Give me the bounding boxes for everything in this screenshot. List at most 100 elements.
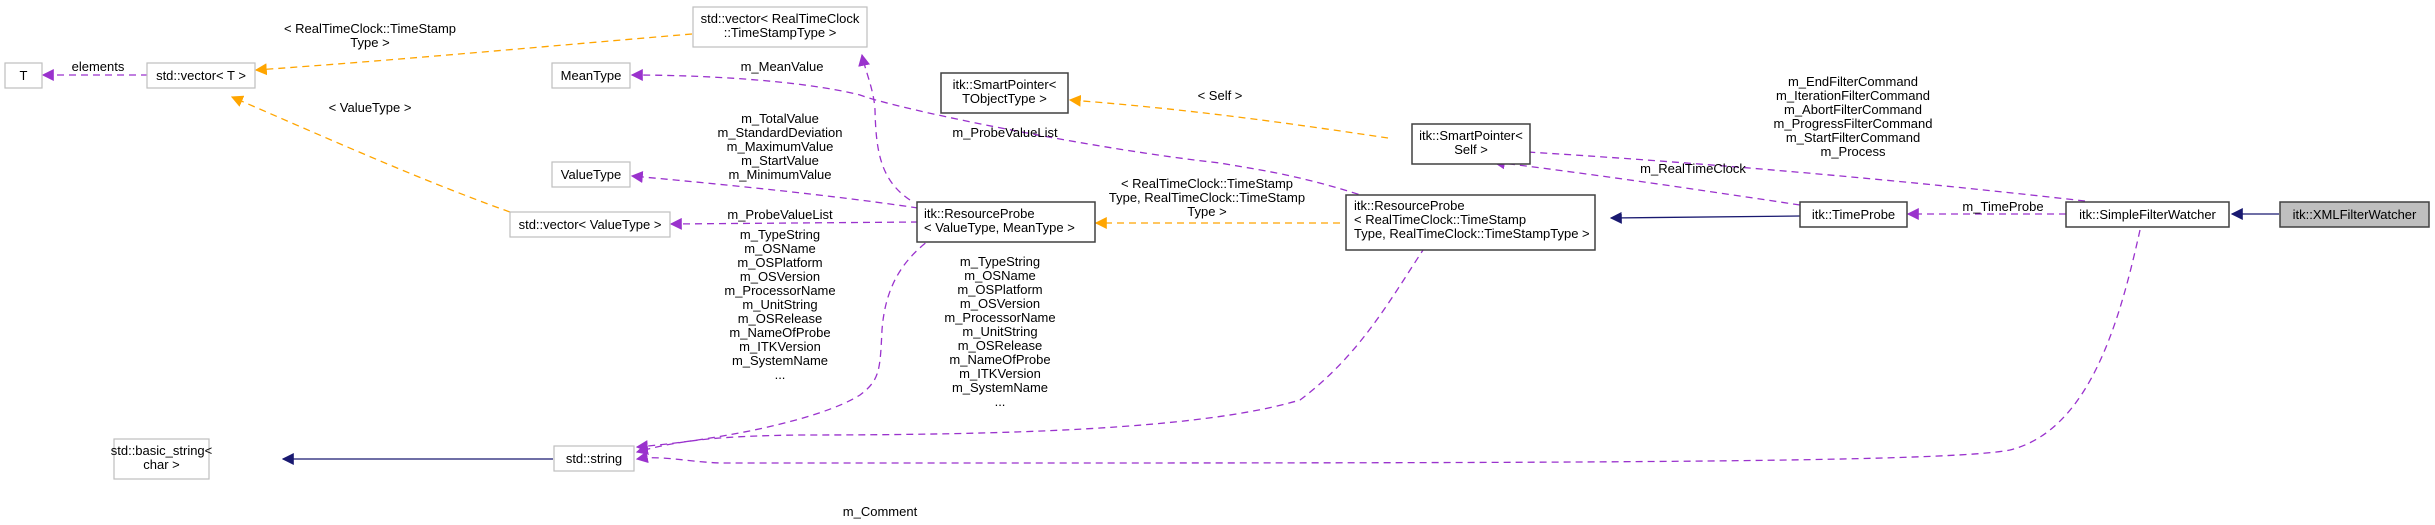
text-line: m_UnitString bbox=[962, 324, 1037, 339]
text-line: elements bbox=[72, 59, 125, 74]
text-line: < RealTimeClock::TimeStamp bbox=[284, 21, 456, 36]
text-line: m_MinimumValue bbox=[728, 167, 831, 182]
node-valuetype[interactable]: ValueType bbox=[551, 161, 631, 188]
text-line: Type > bbox=[1187, 204, 1226, 219]
text-line: m_TotalValue bbox=[741, 111, 819, 126]
text-line: m_RealTimeClock bbox=[1640, 161, 1746, 176]
text-line: m_MeanValue bbox=[741, 59, 824, 74]
node-xmlfilterwatcher-label: itk::XMLFilterWatcher bbox=[2293, 207, 2417, 222]
text-line: m_SystemName bbox=[732, 353, 828, 368]
node-resourceprobe-valuetype-meantype[interactable]: itk::ResourceProbe < ValueType, MeanType … bbox=[916, 201, 1096, 243]
label-mean-value: m_MeanValue bbox=[741, 59, 824, 74]
node-meantype-label: MeanType bbox=[561, 68, 622, 83]
node-std-string-label: std::string bbox=[566, 451, 622, 466]
node-smartpointer-tobjecttype[interactable]: itk::SmartPointer< TObjectType > bbox=[940, 72, 1069, 114]
collaboration-diagram: elements < RealTimeClock::TimeStamp Type … bbox=[4, 6, 2430, 519]
text-line: Type > bbox=[350, 35, 389, 50]
text-line: m_OSPlatform bbox=[957, 282, 1042, 297]
text-line: ValueType bbox=[561, 167, 621, 182]
node-timeprobe[interactable]: itk::TimeProbe bbox=[1799, 201, 1908, 228]
text-line: < ValueType, MeanType > bbox=[924, 220, 1075, 235]
node-vector-timestamp-label: std::vector< RealTimeClock::TimeStampTyp… bbox=[701, 11, 860, 40]
node-vector-valuetype[interactable]: std::vector< ValueType > bbox=[509, 211, 671, 238]
label-string-members-2: m_TypeString m_OSName m_OSPlatform m_OSVers… bbox=[944, 254, 1055, 409]
text-line: itk::ResourceProbe bbox=[924, 206, 1035, 221]
label-time-probe: m_TimeProbe bbox=[1962, 199, 2043, 214]
text-line: m_SystemName bbox=[952, 380, 1048, 395]
text-line: m_StandardDeviation bbox=[717, 125, 842, 140]
text-line: std::vector< RealTimeClock bbox=[701, 11, 860, 26]
node-meantype[interactable]: MeanType bbox=[551, 62, 631, 89]
node-simplefilterwatcher-label: itk::SimpleFilterWatcher bbox=[2079, 207, 2216, 222]
text-line: ::TimeStampType > bbox=[724, 25, 837, 40]
text-line: < ValueType > bbox=[329, 100, 412, 115]
text-line: m_Process bbox=[1820, 144, 1886, 159]
text-line: itk::SmartPointer< bbox=[1419, 128, 1523, 143]
text-line: m_OSVersion bbox=[960, 296, 1040, 311]
edge-probe-value-list-1 bbox=[669, 217, 919, 230]
text-line: m_ProbeValueList bbox=[727, 207, 833, 222]
text-line: m_ProcessorName bbox=[724, 283, 835, 298]
text-line: Self > bbox=[1454, 142, 1488, 157]
text-line: m_EndFilterCommand bbox=[1788, 74, 1918, 89]
text-line: std::vector< ValueType > bbox=[519, 217, 662, 232]
text-line: TObjectType > bbox=[962, 91, 1047, 106]
text-line: itk::SimpleFilterWatcher bbox=[2079, 207, 2216, 222]
node-smartpointer-self[interactable]: itk::SmartPointer< Self > bbox=[1411, 123, 1531, 165]
node-t[interactable]: T bbox=[4, 62, 43, 89]
text-line: < Self > bbox=[1198, 88, 1243, 103]
text-line: char > bbox=[143, 457, 180, 472]
node-vector-t[interactable]: std::vector< T > bbox=[146, 62, 256, 89]
node-valuetype-label: ValueType bbox=[561, 167, 621, 182]
text-line: m_NameOfProbe bbox=[729, 325, 830, 340]
text-line: m_ProbeValueList bbox=[952, 125, 1058, 140]
node-std-string[interactable]: std::string bbox=[553, 445, 635, 472]
text-line: m_ITKVersion bbox=[739, 339, 821, 354]
text-line: itk::ResourceProbe bbox=[1354, 198, 1465, 213]
node-timeprobe-label: itk::TimeProbe bbox=[1812, 207, 1895, 222]
text-line: m_StartFilterCommand bbox=[1786, 130, 1920, 145]
text-line: m_ProcessorName bbox=[944, 310, 1055, 325]
nodes: T std::vector< T > std::vector< RealTime… bbox=[4, 6, 2430, 480]
label-template-rtc: < RealTimeClock::TimeStamp Type, RealTime… bbox=[1109, 176, 1305, 219]
text-line: itk::TimeProbe bbox=[1812, 207, 1895, 222]
text-line: m_OSPlatform bbox=[737, 255, 822, 270]
label-elements: elements bbox=[72, 59, 125, 74]
text-line: ... bbox=[995, 394, 1006, 409]
node-smartpointer-tobjecttype-label: itk::SmartPointer< TObjectType > bbox=[953, 77, 1057, 106]
text-line: std::string bbox=[566, 451, 622, 466]
text-line: < RealTimeClock::TimeStamp bbox=[1354, 212, 1526, 227]
edge-probe-value-list-2 bbox=[858, 53, 911, 201]
node-vector-timestamp[interactable]: std::vector< RealTimeClock::TimeStampTyp… bbox=[692, 6, 868, 48]
edge-inherit-timeprobe bbox=[1609, 211, 1801, 224]
label-value-members: m_TotalValue m_StandardDeviation m_Maximum… bbox=[717, 111, 842, 182]
text-line: m_TypeString bbox=[740, 227, 820, 242]
text-line: m_AbortFilterCommand bbox=[1784, 102, 1922, 117]
text-line: m_TypeString bbox=[960, 254, 1040, 269]
text-line: m_ITKVersion bbox=[959, 366, 1041, 381]
text-line: std::vector< T > bbox=[156, 68, 246, 83]
node-vector-valuetype-label: std::vector< ValueType > bbox=[519, 217, 662, 232]
text-line: m_StartValue bbox=[741, 153, 819, 168]
node-basic-string[interactable]: std::basic_string< char > bbox=[111, 438, 213, 480]
node-vector-t-label: std::vector< T > bbox=[156, 68, 246, 83]
text-line: m_Comment bbox=[843, 504, 918, 519]
edge-template-self bbox=[1068, 94, 1389, 139]
node-simplefilterwatcher[interactable]: itk::SimpleFilterWatcher bbox=[2065, 201, 2230, 228]
label-probe-value-list-2: m_ProbeValueList bbox=[952, 125, 1058, 140]
text-line: m_NameOfProbe bbox=[949, 352, 1050, 367]
edges bbox=[41, 33, 2279, 465]
text-line: std::basic_string< bbox=[111, 443, 213, 458]
edge-filter-commands bbox=[1492, 144, 2086, 202]
label-real-time-clock: m_RealTimeClock bbox=[1640, 161, 1746, 176]
text-line: m_MaximumValue bbox=[727, 139, 834, 154]
node-xmlfilterwatcher[interactable]: itk::XMLFilterWatcher bbox=[2279, 201, 2430, 228]
text-line: ... bbox=[775, 367, 786, 382]
text-line: T bbox=[20, 68, 28, 83]
label-comment: m_Comment bbox=[843, 504, 918, 519]
label-template-valuetype: < ValueType > bbox=[329, 100, 412, 115]
text-line: m_OSRelease bbox=[958, 338, 1043, 353]
text-line: itk::XMLFilterWatcher bbox=[2293, 207, 2417, 222]
label-string-members-1: m_TypeString m_OSName m_OSPlatform m_OSVers… bbox=[724, 227, 835, 382]
node-resourceprobe-realtimeclock[interactable]: itk::ResourceProbe < RealTimeClock::TimeS… bbox=[1345, 194, 1596, 251]
